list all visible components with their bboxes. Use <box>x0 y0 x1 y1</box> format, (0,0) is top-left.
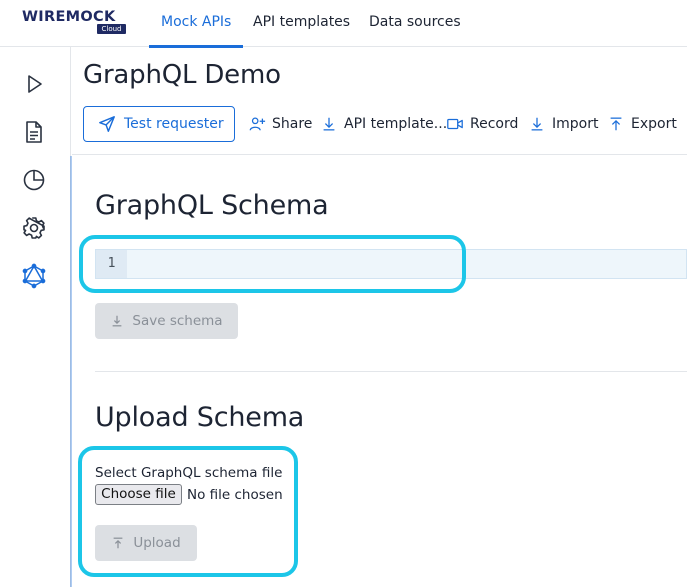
export-label: Export <box>631 116 677 132</box>
gear-icon[interactable] <box>21 215 47 241</box>
logo-badge: Cloud <box>97 24 126 34</box>
main-content: GraphQL Schema 1 Save schema Upload Sche… <box>72 156 687 587</box>
record-label: Record <box>470 116 519 132</box>
line-number: 1 <box>96 250 127 278</box>
import-icon <box>531 117 543 131</box>
wiremock-logo[interactable]: WIREMOCK Cloud <box>22 9 126 36</box>
document-icon[interactable] <box>21 119 47 145</box>
graphql-icon[interactable] <box>21 263 47 289</box>
left-sidebar <box>0 47 71 587</box>
choose-file-button[interactable]: Choose file <box>95 484 182 505</box>
upload-button[interactable]: Upload <box>95 525 197 561</box>
tab-api-templates[interactable]: API templates <box>253 0 350 47</box>
test-requester-label: Test requester <box>124 116 224 132</box>
graphql-schema-heading: GraphQL Schema <box>95 190 329 221</box>
file-input-label: Select GraphQL schema file <box>95 465 283 481</box>
upload-icon <box>113 537 123 549</box>
import-button[interactable]: Import <box>528 114 598 134</box>
import-label: Import <box>552 116 599 132</box>
tab-data-sources[interactable]: Data sources <box>369 0 461 47</box>
send-icon <box>99 116 115 132</box>
page-title: GraphQL Demo <box>83 60 281 90</box>
share-label: Share <box>272 116 313 132</box>
api-template-button[interactable]: API template... <box>320 114 447 134</box>
pie-chart-icon[interactable] <box>21 167 47 193</box>
test-requester-button[interactable]: Test requester <box>83 106 235 142</box>
play-icon[interactable] <box>21 71 47 97</box>
person-plus-icon <box>249 117 266 131</box>
api-template-label: API template... <box>344 116 448 132</box>
save-schema-label: Save schema <box>132 313 223 329</box>
share-button[interactable]: Share <box>248 114 312 134</box>
schema-code-editor[interactable]: 1 <box>95 249 687 279</box>
record-button[interactable]: Record <box>446 114 518 134</box>
video-icon <box>447 118 463 130</box>
download-icon <box>113 315 122 327</box>
upload-label: Upload <box>133 535 181 551</box>
logo-text: WIREMOCK <box>22 9 116 25</box>
export-icon <box>610 117 622 131</box>
top-navigation: WIREMOCK Cloud Mock APIs API templates D… <box>0 0 687 48</box>
tab-mock-apis[interactable]: Mock APIs <box>148 0 244 48</box>
save-schema-button[interactable]: Save schema <box>95 303 238 339</box>
file-status-text: No file chosen <box>187 487 283 503</box>
page-header: GraphQL Demo Test requester Share API te… <box>72 48 687 155</box>
download-icon <box>323 117 335 131</box>
upload-schema-heading: Upload Schema <box>95 402 305 433</box>
section-divider <box>95 371 687 372</box>
export-button[interactable]: Export <box>607 114 677 134</box>
